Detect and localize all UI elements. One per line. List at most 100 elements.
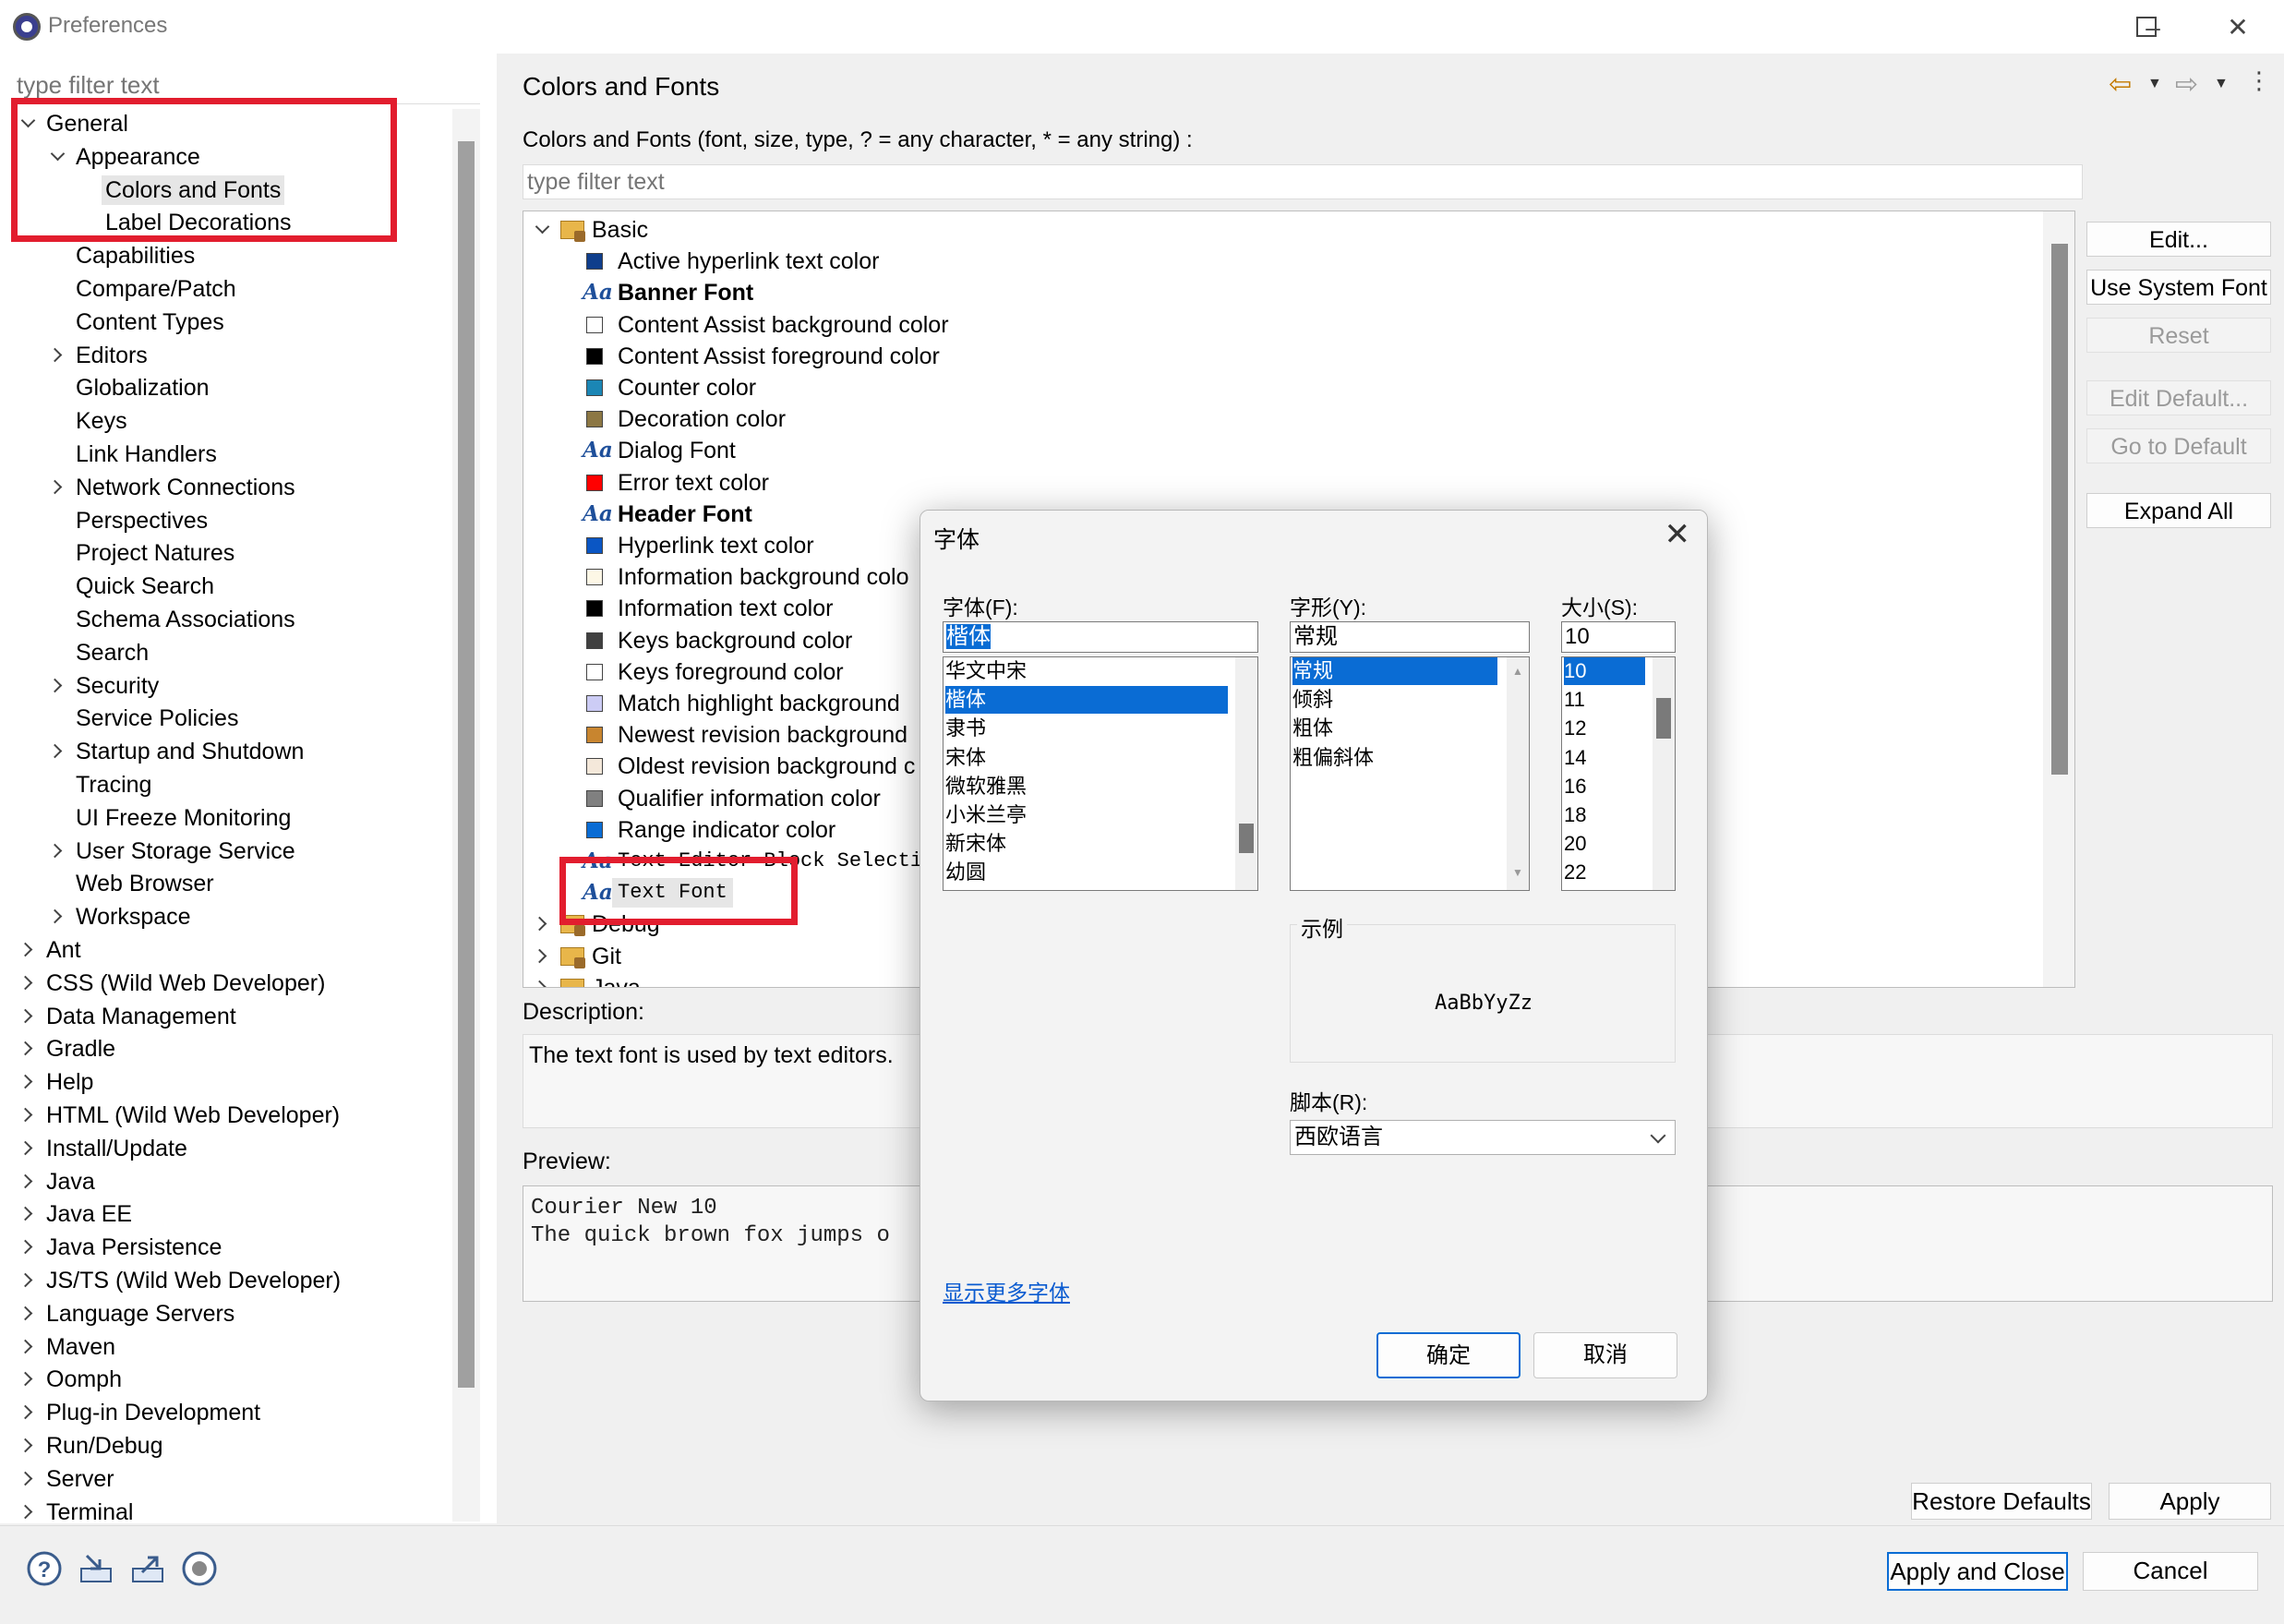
chevron-right-icon[interactable]: [18, 1173, 37, 1191]
chevron-right-icon[interactable]: [533, 947, 551, 966]
chevron-right-icon[interactable]: [18, 1073, 37, 1091]
chevron-right-icon[interactable]: [18, 1139, 37, 1158]
font-family-list[interactable]: 幼圆 新宋体 小米兰亭 微软雅黑 宋体 隶书 楷体 华文中宋: [943, 656, 1258, 891]
chevron-right-icon[interactable]: [48, 478, 66, 497]
color-font-item-banner-font[interactable]: Aa Banner Font: [523, 278, 2038, 307]
chevron-right-icon[interactable]: [18, 1040, 37, 1058]
list-option[interactable]: 粗体: [1292, 715, 1497, 742]
font-list-scrollbar[interactable]: [1235, 657, 1257, 890]
tree-scrollbar-thumb[interactable]: [2051, 244, 2068, 775]
color-font-item-error-text-color[interactable]: Error text color: [523, 468, 2038, 498]
back-dropdown-icon[interactable]: ▼: [2147, 76, 2162, 92]
back-arrow-icon[interactable]: ⇦: [2109, 68, 2132, 101]
close-window-button[interactable]: ✕: [2219, 9, 2256, 46]
import-icon[interactable]: [78, 1550, 114, 1587]
cancel-button[interactable]: Cancel: [2083, 1552, 2258, 1591]
list-option[interactable]: 幼圆: [945, 859, 1228, 886]
list-option[interactable]: 隶书: [945, 715, 1228, 742]
go-to-default-button[interactable]: Go to Default: [2086, 428, 2271, 463]
list-option[interactable]: 粗偏斜体: [1292, 744, 1497, 772]
left-scrollbar-thumb[interactable]: [458, 141, 475, 1388]
chevron-right-icon[interactable]: [18, 1238, 37, 1257]
color-font-item-basic[interactable]: Basic: [523, 215, 2038, 245]
scroll-down-icon[interactable]: ▼: [1512, 866, 1523, 879]
expand-all-button[interactable]: Expand All: [2086, 493, 2271, 528]
font-ok-button[interactable]: 确定: [1376, 1332, 1521, 1378]
size-list-scrollbar-thumb[interactable]: [1656, 698, 1671, 739]
chevron-right-icon[interactable]: [18, 974, 37, 992]
script-select[interactable]: 西欧语言: [1290, 1120, 1676, 1155]
color-font-item-label: Newest revision background: [618, 722, 908, 749]
color-font-item-active-hyperlink-text-color[interactable]: Active hyperlink text color: [523, 247, 2038, 276]
list-option[interactable]: 16: [1564, 773, 1645, 800]
chevron-right-icon[interactable]: [18, 1370, 37, 1389]
apply-and-close-button[interactable]: Apply and Close: [1887, 1552, 2068, 1591]
list-option[interactable]: 22: [1564, 859, 1645, 886]
colors-filter-input[interactable]: [523, 164, 2083, 199]
help-icon[interactable]: ?: [26, 1550, 63, 1587]
chevron-right-icon[interactable]: [18, 1271, 37, 1290]
color-font-item-decoration-color[interactable]: Decoration color: [523, 404, 2038, 434]
list-option[interactable]: 微软雅黑: [945, 773, 1228, 800]
forward-dropdown-icon[interactable]: ▼: [2214, 76, 2229, 92]
list-option[interactable]: 14: [1564, 744, 1645, 772]
chevron-right-icon[interactable]: [18, 1205, 37, 1223]
list-option[interactable]: 常规: [1292, 657, 1497, 685]
chevron-right-icon[interactable]: [48, 842, 66, 860]
chevron-right-icon[interactable]: [48, 742, 66, 761]
font-list-scrollbar-thumb[interactable]: [1239, 824, 1254, 853]
size-list-scrollbar[interactable]: [1653, 657, 1675, 890]
color-font-item-counter-color[interactable]: Counter color: [523, 373, 2038, 403]
chevron-right-icon[interactable]: [18, 1470, 37, 1488]
chevron-right-icon[interactable]: [533, 979, 551, 987]
style-list-scrollbar[interactable]: ▲ ▼: [1507, 657, 1529, 890]
apply-button[interactable]: Apply: [2109, 1483, 2271, 1520]
scroll-up-icon[interactable]: ▲: [1512, 665, 1523, 678]
record-icon[interactable]: [181, 1550, 218, 1587]
list-option[interactable]: 20: [1564, 830, 1645, 858]
restore-defaults-button[interactable]: Restore Defaults: [1911, 1483, 2092, 1520]
list-option[interactable]: 12: [1564, 715, 1645, 742]
chevron-right-icon[interactable]: [18, 941, 37, 959]
font-size-input[interactable]: 10: [1561, 621, 1676, 653]
font-size-list[interactable]: 22 20 18 16 14 12 11 10: [1561, 656, 1676, 891]
chevron-right-icon[interactable]: [533, 915, 551, 933]
list-option[interactable]: 11: [1564, 686, 1645, 714]
list-option[interactable]: 小米兰亭: [945, 801, 1228, 829]
chevron-right-icon[interactable]: [48, 908, 66, 926]
show-more-fonts-link[interactable]: 显示更多字体: [943, 1275, 1070, 1306]
forward-arrow-icon[interactable]: ⇨: [2175, 68, 2198, 101]
list-option[interactable]: 18: [1564, 801, 1645, 829]
chevron-right-icon[interactable]: [18, 1338, 37, 1356]
font-family-input[interactable]: 楷体: [943, 621, 1258, 653]
maximize-button[interactable]: [2136, 17, 2157, 37]
list-option[interactable]: 华文中宋: [945, 657, 1228, 685]
edit-default-button[interactable]: Edit Default...: [2086, 380, 2271, 415]
chevron-right-icon[interactable]: [48, 346, 66, 365]
chevron-right-icon[interactable]: [18, 1106, 37, 1125]
color-font-item-content-assist-foreground-color[interactable]: Content Assist foreground color: [523, 342, 2038, 371]
chevron-down-icon[interactable]: [533, 221, 551, 239]
font-dialog-close-icon[interactable]: ✕: [1665, 516, 1691, 553]
font-style-list[interactable]: 粗偏斜体 粗体 倾斜 常规 ▲ ▼: [1290, 656, 1530, 891]
list-option[interactable]: 倾斜: [1292, 686, 1497, 714]
chevron-right-icon[interactable]: [18, 1305, 37, 1323]
list-option[interactable]: 新宋体: [945, 830, 1228, 858]
export-icon[interactable]: [129, 1550, 166, 1587]
chevron-right-icon[interactable]: [48, 677, 66, 695]
edit-button[interactable]: Edit...: [2086, 222, 2271, 257]
color-font-item-dialog-font[interactable]: Aa Dialog Font: [523, 436, 2038, 465]
chevron-right-icon[interactable]: [18, 1403, 37, 1422]
use-system-font-button[interactable]: Use System Font: [2086, 270, 2271, 305]
list-option[interactable]: 楷体: [945, 686, 1228, 715]
color-font-item-content-assist-background-color[interactable]: Content Assist background color: [523, 310, 2038, 340]
list-option[interactable]: 10: [1564, 657, 1645, 685]
reset-button[interactable]: Reset: [2086, 318, 2271, 353]
font-cancel-button[interactable]: 取消: [1533, 1332, 1677, 1378]
chevron-right-icon[interactable]: [18, 1503, 37, 1522]
chevron-right-icon[interactable]: [18, 1007, 37, 1026]
list-option[interactable]: 宋体: [945, 744, 1228, 772]
view-menu-icon[interactable]: ⋮: [2247, 66, 2271, 95]
chevron-right-icon[interactable]: [18, 1437, 37, 1455]
font-style-input[interactable]: 常规: [1290, 621, 1530, 653]
